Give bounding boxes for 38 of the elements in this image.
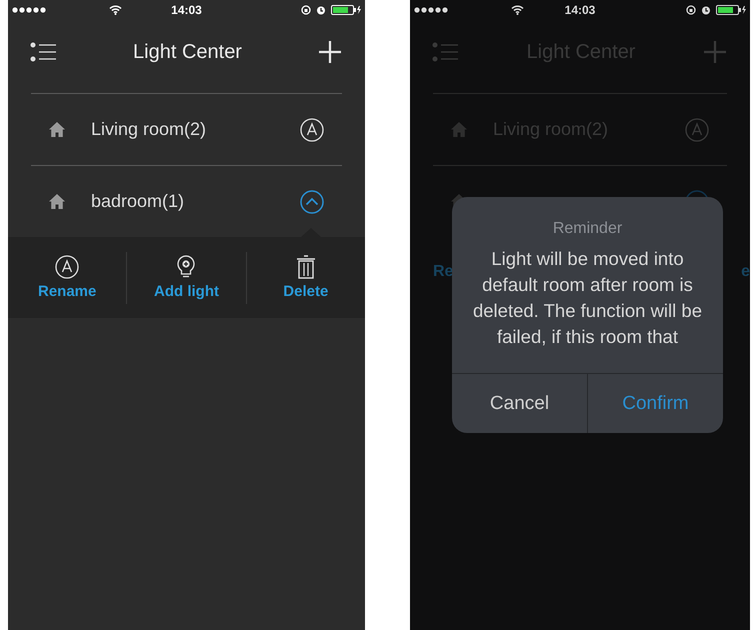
add-button[interactable]: Add light	[127, 255, 246, 300]
battery-icon	[330, 5, 361, 15]
menu-button[interactable]	[30, 41, 56, 63]
house-icon	[49, 194, 65, 209]
wifi-icon	[511, 5, 524, 15]
signal-icon	[414, 7, 448, 13]
alarm-icon	[316, 5, 326, 15]
letter-a-icon	[685, 118, 709, 142]
bulb-plus-icon	[177, 255, 196, 279]
alarm-icon	[700, 5, 711, 15]
letter-a-icon	[55, 255, 80, 279]
house-icon	[451, 122, 467, 137]
action-label: e	[741, 263, 750, 281]
dialog-title: Reminder	[552, 220, 624, 238]
house-icon	[49, 122, 65, 137]
room-name[interactable]: badroom(1)	[91, 191, 274, 212]
confirm-button[interactable]: Confirm	[587, 374, 723, 433]
room-name[interactable]: Living room(2)	[91, 119, 274, 140]
rename-button[interactable]: Rename	[8, 255, 126, 300]
trash-icon	[296, 255, 316, 279]
delete-button[interactable]: Delete	[246, 255, 365, 300]
signal-icon	[12, 7, 46, 13]
rotation-lock-icon	[686, 5, 696, 15]
action-label: Re	[433, 263, 454, 281]
letter-a-icon	[300, 118, 324, 142]
status-time: 14:03	[564, 3, 596, 17]
cancel-button[interactable]: Cancel	[452, 374, 587, 433]
battery-icon	[716, 5, 746, 15]
screen-title: Light Center	[133, 40, 242, 64]
add-icon	[319, 41, 341, 63]
add-icon	[704, 41, 726, 63]
dialog-message: Light will be moved into default room after room is deleted. The function will be failed, if this room that	[472, 247, 703, 349]
rotation-lock-icon	[300, 5, 311, 15]
collapse-icon[interactable]	[300, 190, 324, 214]
menu-icon	[30, 41, 56, 63]
status-time: 14:03	[171, 3, 202, 17]
wifi-icon	[109, 5, 122, 15]
menu-icon	[432, 41, 458, 63]
